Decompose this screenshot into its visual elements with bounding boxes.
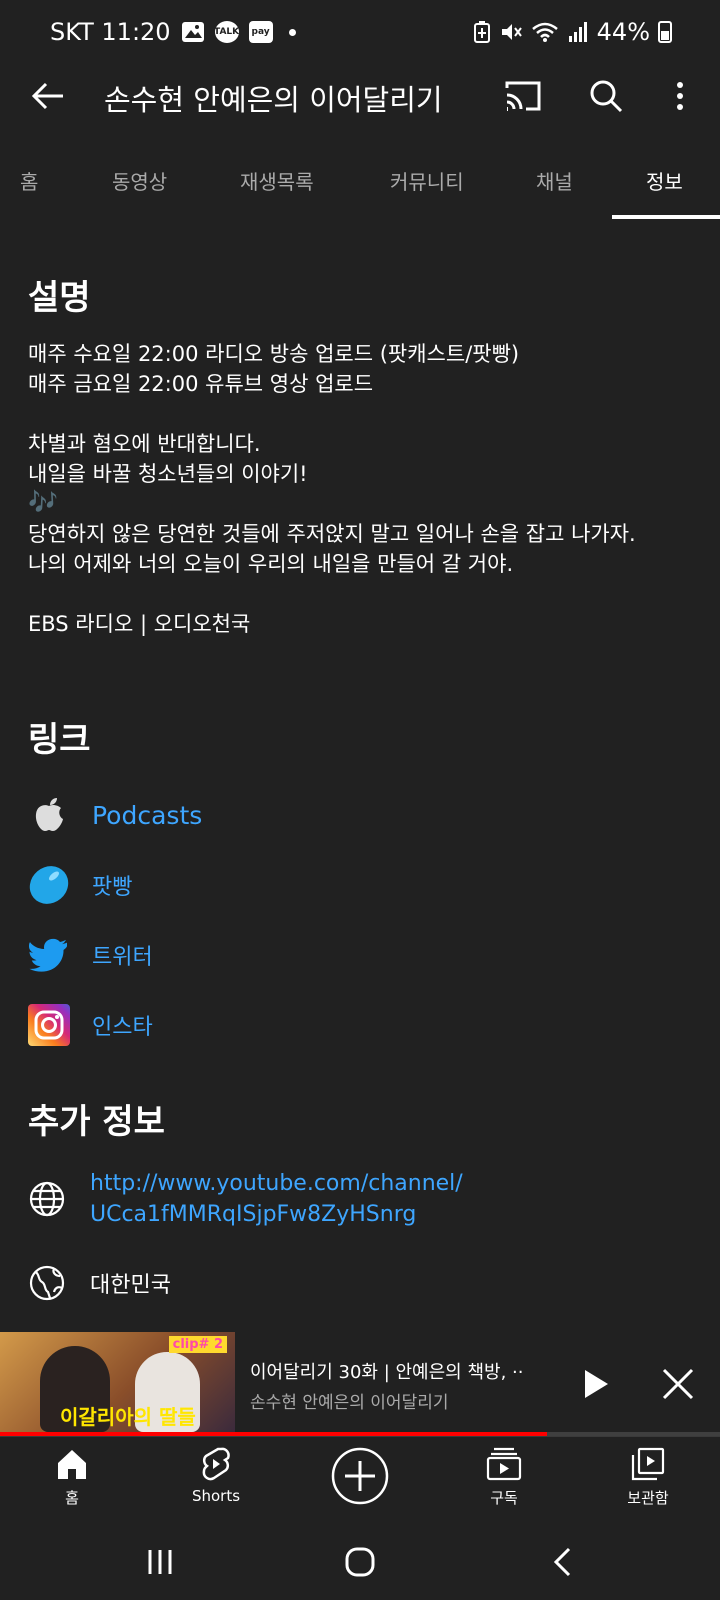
description-line: 나의 어제와 너의 오늘이 우리의 내일을 만들어 갈 거야. <box>28 552 514 576</box>
status-left: SKT 11:20 TALK pay <box>50 18 296 46</box>
gallery-icon <box>181 22 204 42</box>
recent-apps-icon <box>148 1550 172 1574</box>
create-icon <box>331 1447 389 1505</box>
status-right: 44% <box>473 18 672 46</box>
subscriptions-icon <box>486 1447 522 1481</box>
battery-icon <box>658 21 672 43</box>
description-line: 당연하지 않은 당연한 것들에 주저앉지 말고 일어나 손을 잡고 나가자. <box>28 522 636 546</box>
music-note-emoji: 🎶 <box>28 488 58 516</box>
nav-library[interactable]: 보관함 <box>598 1447 698 1508</box>
description-line: 매주 수요일 22:00 라디오 방송 업로드 (팟캐스트/팟빵) <box>28 342 520 366</box>
country-label: 대한민국 <box>90 1273 171 1298</box>
search-icon <box>590 80 623 113</box>
signal-icon <box>568 22 587 42</box>
apple-icon <box>28 794 70 836</box>
nav-home[interactable]: 홈 <box>22 1447 122 1508</box>
nav-label: Shorts <box>191 1487 241 1505</box>
nav-subscriptions[interactable]: 구독 <box>454 1447 554 1508</box>
tab-channels[interactable]: 채널 <box>536 166 573 195</box>
country-row: 대한민국 <box>28 1264 171 1302</box>
mini-player[interactable]: clip# 2 이갈리아의 딸들 이어달리기 30화 | 안예은의 책방, ··… <box>0 1332 720 1436</box>
links-heading: 링크 <box>28 720 91 760</box>
wifi-icon <box>531 22 558 42</box>
tab-community[interactable]: 커뮤니티 <box>390 166 464 195</box>
cast-icon <box>505 81 541 111</box>
tab-videos[interactable]: 동영상 <box>112 166 167 195</box>
link-podcasts[interactable]: Podcasts <box>28 792 202 838</box>
twitter-icon <box>28 934 70 976</box>
tab-indicator <box>612 215 720 219</box>
description-line: EBS 라디오 | 오디오천국 <box>28 612 251 636</box>
tab-playlists[interactable]: 재생목록 <box>240 166 314 195</box>
bottom-nav: 홈 Shorts 구독 보관함 <box>0 1436 720 1524</box>
battery-percent: 44% <box>596 18 650 46</box>
link-label[interactable]: 트위터 <box>92 939 153 971</box>
shorts-icon <box>202 1447 230 1481</box>
mini-player-channel[interactable]: 손수현 안예은의 이어달리기 <box>250 1388 449 1413</box>
channel-url[interactable]: http://www.youtube.com/channel/ UCca1fMM… <box>90 1168 463 1230</box>
mini-player-close-button[interactable] <box>656 1362 700 1406</box>
back-chevron-icon <box>553 1547 571 1577</box>
back-arrow-icon <box>31 82 63 110</box>
home-system-button[interactable] <box>338 1540 382 1584</box>
description-line: 내일을 바꿀 청소년들의 이야기! <box>28 462 308 486</box>
additional-info-heading: 추가 정보 <box>28 1102 165 1142</box>
thumbnail-caption: 이갈리아의 딸들 <box>60 1405 196 1429</box>
globe-icon <box>29 1181 65 1217</box>
mini-player-play-button[interactable] <box>574 1362 618 1406</box>
mini-player-title[interactable]: 이어달리기 30화 | 안예은의 책방, ·· <box>250 1358 523 1384</box>
link-twitter[interactable]: 트위터 <box>28 932 153 978</box>
back-button[interactable] <box>26 76 70 116</box>
description-line: 매주 금요일 22:00 유튜브 영상 업로드 <box>28 372 374 396</box>
channel-url-row[interactable]: http://www.youtube.com/channel/ UCca1fMM… <box>28 1168 463 1230</box>
nav-create[interactable] <box>310 1447 410 1505</box>
close-icon <box>662 1368 694 1400</box>
battery-saver-icon <box>473 21 490 43</box>
more-options-button[interactable] <box>660 76 700 116</box>
talk-icon: TALK <box>214 21 239 43</box>
system-nav-bar <box>0 1524 720 1600</box>
description-line: 차별과 혐오에 반대합니다. <box>28 432 261 456</box>
tab-about[interactable]: 정보 <box>646 166 683 195</box>
link-label[interactable]: 팟빵 <box>92 869 132 901</box>
carrier-time: SKT 11:20 <box>50 18 171 46</box>
notification-dot <box>288 28 296 36</box>
status-bar: SKT 11:20 TALK pay 44% <box>0 0 720 64</box>
channel-title: 손수현 안예은의 이어달리기 <box>104 83 443 117</box>
nav-label: 구독 <box>490 1489 518 1507</box>
link-label[interactable]: 인스타 <box>92 1009 153 1041</box>
library-icon <box>631 1447 665 1481</box>
nav-label: 홈 <box>65 1489 79 1507</box>
bean-icon <box>28 864 70 906</box>
nav-shorts[interactable]: Shorts <box>166 1447 266 1505</box>
link-label[interactable]: Podcasts <box>92 801 202 830</box>
play-icon <box>585 1370 608 1398</box>
mini-player-thumbnail[interactable]: clip# 2 이갈리아의 딸들 <box>0 1332 235 1432</box>
channel-url-line2[interactable]: UCca1fMMRqISjpFw8ZyHSnrg <box>90 1199 463 1230</box>
tab-home[interactable]: 홈 <box>20 166 38 195</box>
thumbnail-clip-tag: clip# 2 <box>168 1336 227 1353</box>
app-bar: 손수현 안예은의 이어달리기 <box>0 64 720 128</box>
recent-apps-button[interactable] <box>138 1540 182 1584</box>
back-system-button[interactable] <box>540 1540 584 1584</box>
instagram-icon <box>28 1004 70 1046</box>
home-icon <box>58 1450 86 1479</box>
channel-tabs: 홈 동영상 재생목록 커뮤니티 채널 정보 <box>0 150 720 220</box>
channel-url-line1[interactable]: http://www.youtube.com/channel/ <box>90 1168 463 1199</box>
screen: SKT 11:20 TALK pay 44% 손수현 안예은의 이어달리기 홈 … <box>0 0 720 1600</box>
description-heading: 설명 <box>28 278 91 318</box>
mute-icon <box>501 24 522 40</box>
home-circle-icon <box>345 1547 375 1577</box>
nav-label: 보관함 <box>627 1489 669 1507</box>
search-button[interactable] <box>584 76 628 116</box>
more-vert-icon <box>677 82 683 110</box>
cast-button[interactable] <box>500 76 546 116</box>
link-instagram[interactable]: 인스타 <box>28 1002 153 1048</box>
link-podbbang[interactable]: 팟빵 <box>28 862 132 908</box>
earth-location-icon <box>29 1265 65 1301</box>
pay-icon: pay <box>248 21 273 43</box>
